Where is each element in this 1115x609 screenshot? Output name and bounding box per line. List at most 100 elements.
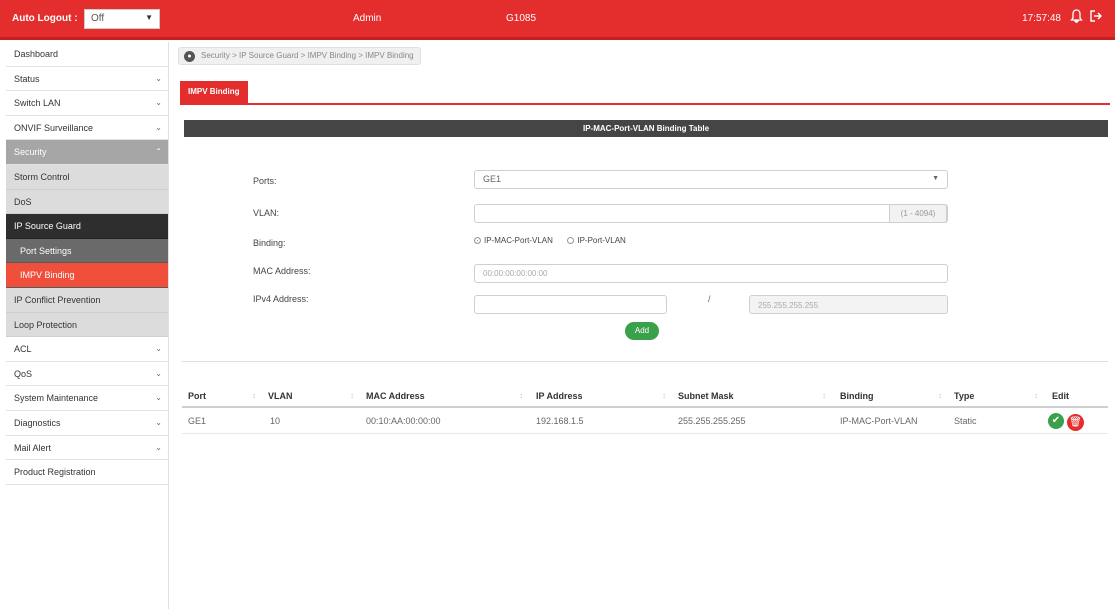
sidebar-item-label: DoS: [14, 196, 32, 207]
cell-mask: 255.255.255.255: [678, 416, 746, 426]
col-port[interactable]: Port: [188, 391, 206, 401]
sidebar-item-dos[interactable]: DoS: [6, 189, 168, 215]
cell-mac: 00:10:AA:00:00:00: [366, 416, 441, 426]
sidebar-item-mail-alert[interactable]: Mail Alert ⌄: [6, 436, 168, 461]
slash-separator: /: [708, 294, 711, 304]
delete-icon[interactable]: 🗑: [1067, 414, 1084, 431]
chevron-down-icon: ⌄: [155, 344, 162, 354]
cell-ip: 192.168.1.5: [536, 416, 584, 426]
chevron-down-icon: ⌄: [155, 122, 162, 132]
table-header: Port ↕ VLAN ↕ MAC Address ↕ IP Address ↕…: [182, 384, 1108, 408]
cell-binding: IP-MAC-Port-VLAN: [840, 416, 918, 426]
sidebar-item-ip-source-guard[interactable]: IP Source Guard: [6, 214, 168, 239]
sidebar-item-impv-binding[interactable]: IMPV Binding: [6, 263, 168, 288]
sidebar-item-dashboard[interactable]: Dashboard: [6, 42, 168, 67]
mac-address-input[interactable]: 00:00:00:00:00:00: [474, 264, 948, 283]
cell-type: Static: [954, 416, 977, 426]
vlan-label: VLAN:: [253, 208, 280, 218]
shield-icon: ●: [184, 51, 195, 62]
clock-time: 17:57:48: [1022, 13, 1061, 24]
subnet-mask-input[interactable]: 255.255.255.255: [749, 295, 948, 314]
ipv4-address-input[interactable]: [474, 295, 667, 314]
cell-port: GE1: [188, 416, 207, 426]
sidebar-item-label: ONVIF Surveillance: [14, 122, 94, 133]
sidebar-item-label: Product Registration: [14, 467, 96, 478]
chevron-down-icon: ⌄: [155, 368, 162, 378]
tab-impv-binding[interactable]: IMPV Binding: [180, 81, 248, 103]
sidebar-item-label: Diagnostics: [14, 417, 61, 428]
col-binding[interactable]: Binding: [840, 391, 874, 401]
ipv4-label: IPv4 Address:: [253, 294, 309, 304]
sidebar-item-label: QoS: [14, 368, 33, 379]
sidebar-item-onvif-surveillance[interactable]: ONVIF Surveillance ⌄: [6, 116, 168, 141]
binding-label: Binding:: [253, 238, 286, 248]
table-row: GE1 10 00:10:AA:00:00:00 192.168.1.5 255…: [182, 410, 1108, 434]
sidebar-item-switch-lan[interactable]: Switch LAN ⌄: [6, 91, 168, 116]
sidebar-item-acl[interactable]: ACL ⌄: [6, 337, 168, 362]
chevron-down-icon: ⌄: [155, 417, 162, 427]
col-subnet-mask[interactable]: Subnet Mask: [678, 391, 734, 401]
sidebar: Dashboard Status ⌄ Switch LAN ⌄ ONVIF Surv…: [6, 42, 169, 609]
cell-vlan: 10: [270, 416, 281, 426]
mac-label: MAC Address:: [253, 266, 311, 276]
binding-radio-group: IP-MAC-Port-VLAN IP-Port-VLAN: [474, 236, 626, 245]
breadcrumb-text: Security > IP Source Guard > IMPV Bindin…: [201, 51, 414, 60]
sort-icon[interactable]: ↕: [938, 391, 942, 400]
sidebar-item-label: System Maintenance: [14, 393, 99, 404]
auto-logout-select[interactable]: Off ▼: [84, 9, 160, 29]
chevron-down-icon: ⌄: [155, 98, 162, 108]
sort-icon[interactable]: ↕: [350, 391, 354, 400]
sort-icon[interactable]: ↕: [519, 391, 523, 400]
vlan-range-hint: (1 - 4094): [889, 204, 947, 223]
logout-icon[interactable]: [1089, 9, 1103, 26]
sidebar-item-system-maintenance[interactable]: System Maintenance ⌄: [6, 386, 168, 411]
sort-icon[interactable]: ↕: [1034, 391, 1038, 400]
chevron-down-icon: ⌄: [155, 393, 162, 403]
chevron-down-icon: ▼: [145, 13, 153, 22]
sidebar-item-loop-protection[interactable]: Loop Protection: [6, 312, 168, 338]
add-button[interactable]: Add: [625, 322, 659, 340]
sort-icon[interactable]: ↕: [662, 391, 666, 400]
radio-ip-port-vlan[interactable]: [567, 237, 575, 245]
chevron-down-icon: ▼: [932, 175, 939, 182]
sort-icon[interactable]: ↕: [822, 391, 826, 400]
col-ip-address[interactable]: IP Address: [536, 391, 583, 401]
sidebar-item-label: IMPV Binding: [20, 270, 75, 281]
sidebar-item-qos[interactable]: QoS ⌄: [6, 362, 168, 387]
ports-value: GE1: [483, 174, 502, 184]
ports-select[interactable]: GE1 ▼: [474, 170, 948, 189]
sidebar-item-storm-control[interactable]: Storm Control: [6, 164, 168, 190]
sidebar-item-label: Status: [14, 73, 40, 84]
ports-label: Ports:: [253, 176, 277, 186]
mask-placeholder: 255.255.255.255: [758, 301, 819, 310]
edit-check-icon[interactable]: ✔: [1048, 413, 1064, 429]
sidebar-item-label: IP Source Guard: [14, 221, 81, 232]
col-edit: Edit: [1052, 391, 1069, 401]
sidebar-item-port-settings[interactable]: Port Settings: [6, 238, 168, 264]
sort-icon[interactable]: ↕: [252, 391, 256, 400]
bell-icon[interactable]: [1070, 9, 1083, 26]
breadcrumb: ● Security > IP Source Guard > IMPV Bind…: [178, 47, 421, 65]
col-type[interactable]: Type: [954, 391, 974, 401]
user-name: Admin: [353, 13, 382, 24]
sidebar-item-label: Port Settings: [20, 245, 72, 256]
radio-ip-mac-port-vlan[interactable]: [474, 237, 481, 245]
radio-label: IP-Port-VLAN: [577, 236, 626, 245]
radio-label: IP-MAC-Port-VLAN: [484, 236, 553, 245]
col-vlan[interactable]: VLAN: [268, 391, 293, 401]
vlan-input[interactable]: (1 - 4094): [474, 204, 948, 223]
sidebar-item-status[interactable]: Status ⌄: [6, 67, 168, 92]
panel-title: IP-MAC-Port-VLAN Binding Table: [184, 120, 1108, 137]
auto-logout-label: Auto Logout :: [12, 13, 78, 24]
col-mac-address[interactable]: MAC Address: [366, 391, 425, 401]
sidebar-item-label: IP Conflict Prevention: [14, 294, 101, 305]
sidebar-item-security[interactable]: Security ⌃: [6, 140, 168, 165]
chevron-down-icon: ⌄: [155, 442, 162, 452]
sidebar-item-label: Mail Alert: [14, 442, 52, 453]
sidebar-item-product-registration[interactable]: Product Registration: [6, 460, 168, 485]
mac-placeholder: 00:00:00:00:00:00: [483, 269, 548, 278]
sidebar-item-diagnostics[interactable]: Diagnostics ⌄: [6, 411, 168, 436]
sidebar-item-ip-conflict-prevention[interactable]: IP Conflict Prevention: [6, 287, 168, 313]
top-bar: Auto Logout : Off ▼ Admin G1085 17:57:48: [0, 0, 1115, 40]
sidebar-item-label: Security: [14, 147, 47, 158]
